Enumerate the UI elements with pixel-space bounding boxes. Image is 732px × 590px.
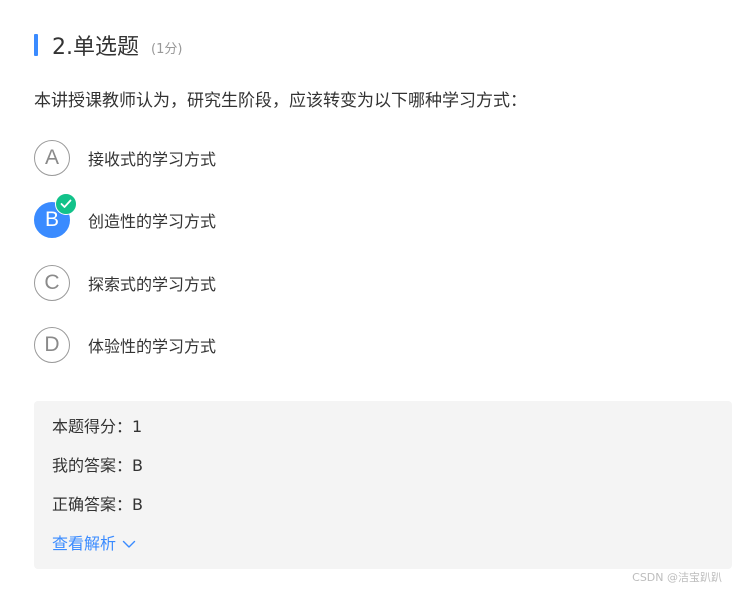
option-b[interactable]: B 创造性的学习方式 — [34, 193, 217, 239]
check-icon — [55, 193, 77, 215]
option-a[interactable]: A 接收式的学习方式 — [34, 139, 216, 177]
question-stem: 本讲授课教师认为，研究生阶段，应该转变为以下哪种学习方式： — [34, 91, 527, 111]
option-d-letter[interactable]: D — [34, 327, 70, 363]
option-c-letter[interactable]: C — [34, 265, 70, 301]
correct-answer-line: 正确答案：B — [52, 495, 143, 514]
view-analysis-link[interactable]: 查看解析 — [52, 532, 136, 556]
question-header: 2.单选题 (1分) — [34, 30, 182, 60]
chevron-down-icon — [122, 540, 136, 548]
option-d[interactable]: D 体验性的学习方式 — [34, 326, 216, 364]
result-panel: 本题得分：1 我的答案：B 正确答案：B 查看解析 — [34, 401, 732, 569]
option-b-text: 创造性的学习方式 — [88, 212, 217, 231]
option-b-letter-text: B — [44, 208, 59, 231]
option-b-letter[interactable]: B — [34, 193, 77, 238]
question-score: (1分) — [151, 41, 183, 57]
title-accent-bar — [34, 34, 38, 56]
question-title: 2.单选题 — [52, 35, 139, 60]
option-a-letter[interactable]: A — [34, 140, 70, 176]
view-analysis-label: 查看解析 — [52, 534, 117, 553]
watermark: CSDN @洁宝趴趴 — [632, 571, 722, 584]
my-answer-line: 我的答案：B — [52, 456, 143, 475]
score-line: 本题得分：1 — [52, 417, 143, 436]
option-d-text: 体验性的学习方式 — [88, 337, 217, 356]
option-c[interactable]: C 探索式的学习方式 — [34, 264, 216, 302]
option-c-text: 探索式的学习方式 — [88, 275, 217, 294]
option-a-text: 接收式的学习方式 — [88, 150, 217, 169]
